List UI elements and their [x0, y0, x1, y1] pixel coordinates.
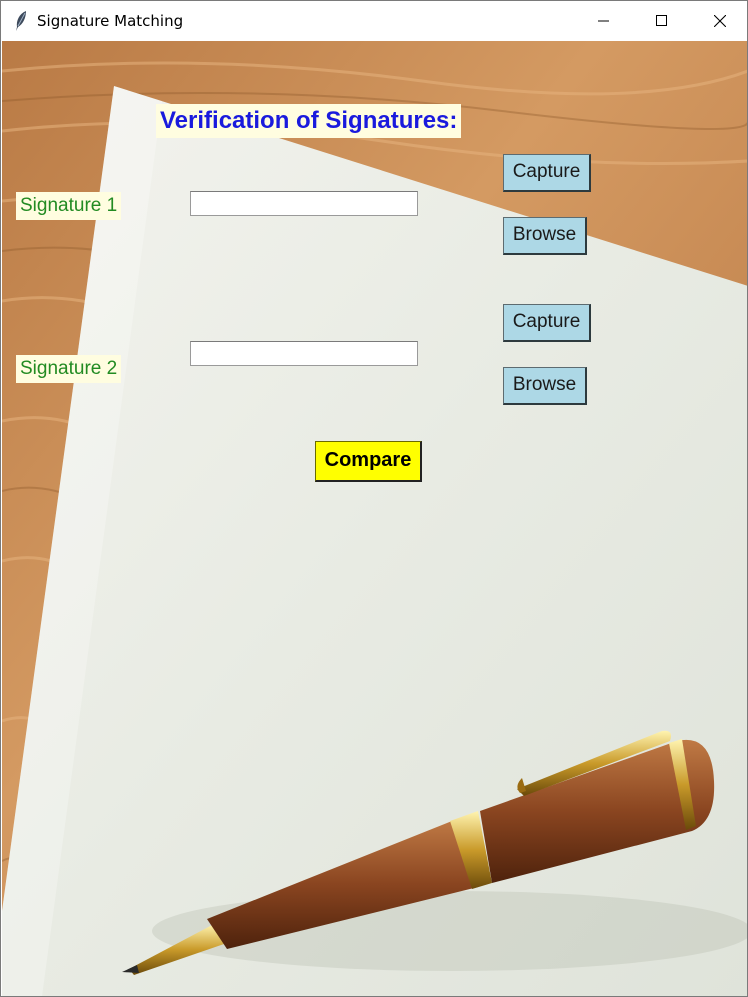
- window-title: Signature Matching: [37, 12, 184, 30]
- minimize-button[interactable]: [575, 1, 633, 41]
- signature-2-capture-button[interactable]: Capture: [503, 304, 591, 342]
- signature-1-browse-button[interactable]: Browse: [503, 217, 587, 255]
- signature-1-path-field[interactable]: [190, 191, 418, 216]
- client-area: Verification of Signatures: Signature 1 …: [2, 41, 747, 996]
- close-button[interactable]: [691, 1, 747, 41]
- app-window: Signature Matching Verification of Signa…: [0, 0, 748, 997]
- page-title: Verification of Signatures:: [156, 104, 462, 138]
- maximize-icon: [656, 15, 668, 27]
- feather-icon: [13, 10, 29, 32]
- background-image: [2, 41, 747, 996]
- signature-1-capture-button[interactable]: Capture: [503, 154, 591, 192]
- close-icon: [714, 15, 726, 27]
- title-bar[interactable]: Signature Matching: [1, 1, 747, 41]
- maximize-button[interactable]: [633, 1, 691, 41]
- signature-2-path-field[interactable]: [190, 341, 418, 366]
- signature-2-browse-button[interactable]: Browse: [503, 367, 587, 405]
- compare-button[interactable]: Compare: [315, 441, 422, 482]
- signature-1-label: Signature 1: [16, 192, 122, 220]
- signature-2-label: Signature 2: [16, 355, 122, 383]
- minimize-icon: [598, 15, 610, 27]
